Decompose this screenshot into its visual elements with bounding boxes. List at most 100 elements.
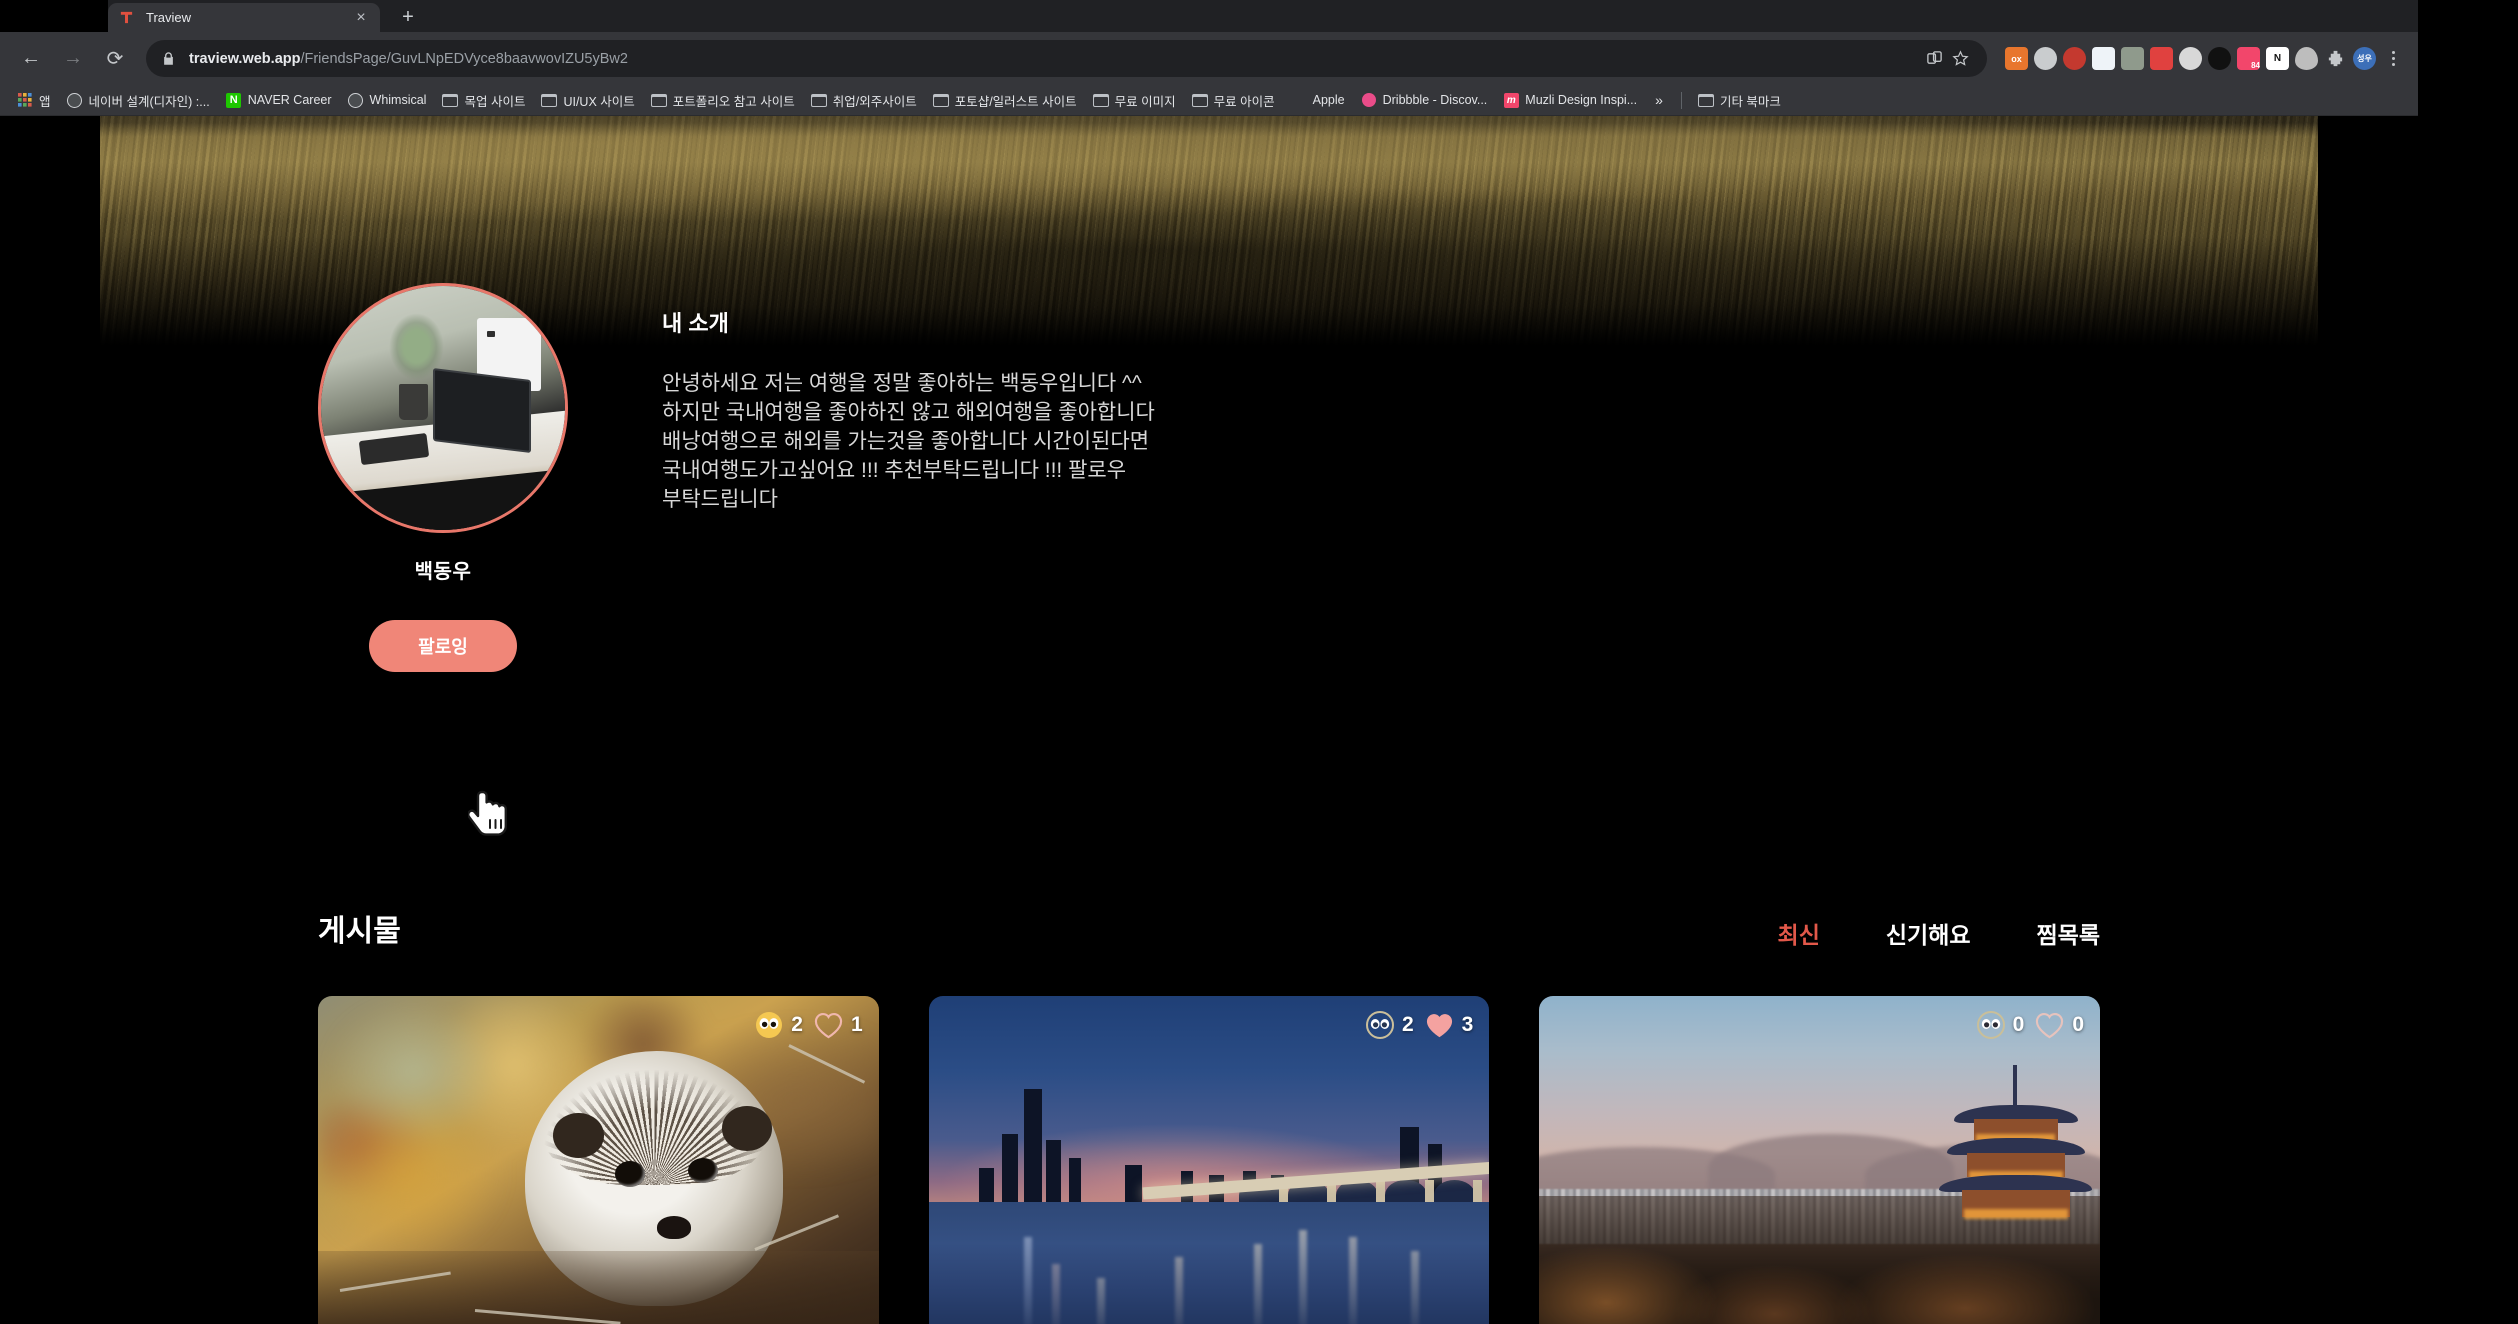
bookmark-label: 포트폴리오 참고 사이트 bbox=[672, 94, 795, 109]
tab-bookmarks[interactable]: 찜목록 bbox=[2037, 916, 2100, 950]
like-count-badge[interactable]: 0 bbox=[2034, 1011, 2084, 1040]
share-icon[interactable] bbox=[1923, 48, 1945, 70]
globe-icon bbox=[348, 92, 364, 108]
user-avatar[interactable] bbox=[318, 283, 568, 533]
view-count: 2 bbox=[1401, 1013, 1414, 1036]
bookmark-apple[interactable]: Apple bbox=[1284, 89, 1352, 111]
bookmark-label: 목업 사이트 bbox=[464, 94, 526, 109]
traview-favicon bbox=[118, 9, 135, 26]
page-content: 백동우 팔로잉 내 소개 안녕하세요 저는 여행을 정말 좋아하는 백동우입니다… bbox=[0, 116, 2418, 1324]
close-tab-icon[interactable]: × bbox=[352, 9, 370, 26]
kebab-menu-icon[interactable] bbox=[2380, 42, 2406, 76]
ext-adblock[interactable] bbox=[2034, 47, 2057, 70]
like-count-badge[interactable]: 1 bbox=[813, 1011, 863, 1040]
like-count: 0 bbox=[2072, 1013, 2085, 1036]
apps-grid-icon bbox=[17, 92, 33, 108]
folder-icon bbox=[1092, 92, 1109, 108]
ext-gauge[interactable] bbox=[2179, 47, 2202, 70]
bookmark-label: 취업/외주사이트 bbox=[832, 94, 917, 109]
bookmark-apps[interactable]: 앱 bbox=[10, 88, 58, 113]
ext-green-note[interactable] bbox=[2121, 47, 2144, 70]
ext-black-oval[interactable] bbox=[2208, 47, 2231, 70]
url-text: traview.web.app/FriendsPage/GuvLNpEDVyce… bbox=[189, 51, 628, 67]
ext-notion[interactable]: N bbox=[2266, 47, 2289, 70]
new-tab-button[interactable]: + bbox=[394, 5, 422, 31]
city-night-bridge-photo[interactable]: 2 3 bbox=[928, 996, 1490, 1324]
view-count-badge: 0 bbox=[1976, 1010, 2024, 1040]
bookmark-folder-uiux[interactable]: UI/UX 사이트 bbox=[534, 88, 641, 113]
bookmark-dribbble[interactable]: Dribbble - Discov... bbox=[1354, 89, 1495, 111]
profile-username: 백동우 bbox=[414, 561, 472, 583]
ext-muzli-badge[interactable]: 84 bbox=[2237, 47, 2260, 70]
bookmark-label: 앱 bbox=[39, 94, 51, 109]
ext-red-hand[interactable] bbox=[2063, 47, 2086, 70]
globe-icon bbox=[67, 92, 83, 108]
bookmark-whimsical[interactable]: Whimsical bbox=[341, 89, 434, 111]
bookmark-folder-portfolio[interactable]: 포트폴리오 참고 사이트 bbox=[644, 88, 802, 113]
apple-icon bbox=[1291, 92, 1307, 108]
star-icon[interactable] bbox=[1949, 48, 1971, 70]
eyes-icon bbox=[1365, 1011, 1394, 1039]
folder-icon bbox=[1191, 92, 1208, 108]
address-bar[interactable]: traview.web.app/FriendsPage/GuvLNpEDVyce… bbox=[146, 40, 1987, 77]
chrome-browser-window: Traview × + ← → ⟳ traview.web.app/Friend… bbox=[0, 0, 2418, 1324]
post-card[interactable]: 2 1 bbox=[318, 996, 879, 1324]
folder-icon bbox=[442, 92, 459, 108]
bookmark-folder-jobs[interactable]: 취업/외주사이트 bbox=[804, 88, 924, 113]
url-domain: traview.web.app bbox=[189, 50, 301, 67]
folder-icon bbox=[1697, 92, 1714, 108]
folder-icon bbox=[932, 92, 949, 108]
bookmark-label: Dribbble - Discov... bbox=[1382, 93, 1488, 107]
naver-icon: N bbox=[226, 92, 242, 108]
ext-orange-ox[interactable]: ox bbox=[2005, 47, 2028, 70]
bookmark-naver-design[interactable]: 네이버 설계(디자인) :... bbox=[60, 88, 217, 113]
bookmark-naver-career[interactable]: N NAVER Career bbox=[219, 89, 339, 111]
posts-grid: 2 1 2 3 0 0 bbox=[318, 996, 2101, 1324]
screenshot-root: Traview × + ← → ⟳ traview.web.app/Friend… bbox=[0, 0, 2518, 1324]
bookmarks-overflow-button[interactable]: » bbox=[1646, 92, 1672, 108]
bookmark-label: Whimsical bbox=[369, 93, 427, 107]
view-count: 2 bbox=[791, 1013, 803, 1036]
profile-bio: 내 소개 안녕하세요 저는 여행을 정말 좋아하는 백동우입니다 ^^ 하지만 … bbox=[662, 306, 1172, 515]
bookmark-muzli[interactable]: m Muzli Design Inspi... bbox=[1496, 89, 1644, 111]
folder-icon bbox=[541, 92, 558, 108]
eyes-icon bbox=[756, 1012, 783, 1038]
bookmark-other-bookmarks[interactable]: 기타 북마크 bbox=[1691, 88, 1788, 113]
posts-section-title: 게시물 bbox=[318, 915, 401, 948]
post-stats: 0 0 bbox=[1976, 1010, 2084, 1040]
omnibox-actions bbox=[1913, 48, 1971, 70]
kyoto-pagoda-photo[interactable]: 0 0 bbox=[1539, 996, 2101, 1324]
bookmark-folder-free-icons[interactable]: 무료 아이콘 bbox=[1185, 88, 1282, 113]
ext-grey-drop[interactable] bbox=[2295, 47, 2318, 70]
heart-filled-icon bbox=[1426, 1013, 1452, 1037]
like-count-badge[interactable]: 3 bbox=[1424, 1011, 1473, 1040]
reload-button[interactable]: ⟳ bbox=[96, 40, 134, 78]
ext-pink-pin[interactable] bbox=[2150, 47, 2173, 70]
bookmark-label: 무료 아이콘 bbox=[1213, 94, 1275, 109]
bookmark-folder-free-images[interactable]: 무료 이미지 bbox=[1086, 88, 1183, 113]
forward-button[interactable]: → bbox=[54, 40, 92, 78]
tab-interesting[interactable]: 신기해요 bbox=[1886, 916, 1971, 950]
post-card[interactable]: 2 3 부산이최고야 bbox=[928, 996, 1490, 1324]
bookmark-folder-photoshop[interactable]: 포토샵/일러스트 사이트 bbox=[926, 88, 1084, 113]
post-card[interactable]: 0 0 bbox=[1539, 996, 2101, 1324]
browser-tab-traview[interactable]: Traview × bbox=[108, 3, 380, 32]
tab-latest[interactable]: 최신 bbox=[1778, 916, 1820, 950]
tab-strip: Traview × + bbox=[0, 0, 2418, 32]
profile-left-column: 백동우 팔로잉 bbox=[318, 283, 568, 672]
folder-icon bbox=[650, 92, 667, 108]
extensions-row: ox 84 N 성우 bbox=[1997, 47, 2376, 70]
heart-outline-icon bbox=[2036, 1012, 2064, 1038]
view-count-badge: 2 bbox=[1365, 1010, 1414, 1040]
bookmark-label: 포토샵/일러스트 사이트 bbox=[954, 94, 1077, 109]
ext-cloud[interactable] bbox=[2092, 47, 2115, 70]
tab-title: Traview bbox=[146, 10, 192, 25]
bookmark-folder-mockup[interactable]: 목업 사이트 bbox=[435, 88, 532, 113]
dribbble-icon bbox=[1361, 92, 1377, 108]
puzzle-icon[interactable] bbox=[2324, 47, 2347, 70]
back-button[interactable]: ← bbox=[12, 40, 50, 78]
eyes-icon bbox=[1976, 1011, 2005, 1039]
hedgehog-photo[interactable]: 2 1 bbox=[318, 996, 879, 1324]
follow-button[interactable]: 팔로잉 bbox=[369, 620, 517, 672]
ext-profile-seongwoo[interactable]: 성우 bbox=[2353, 47, 2376, 70]
